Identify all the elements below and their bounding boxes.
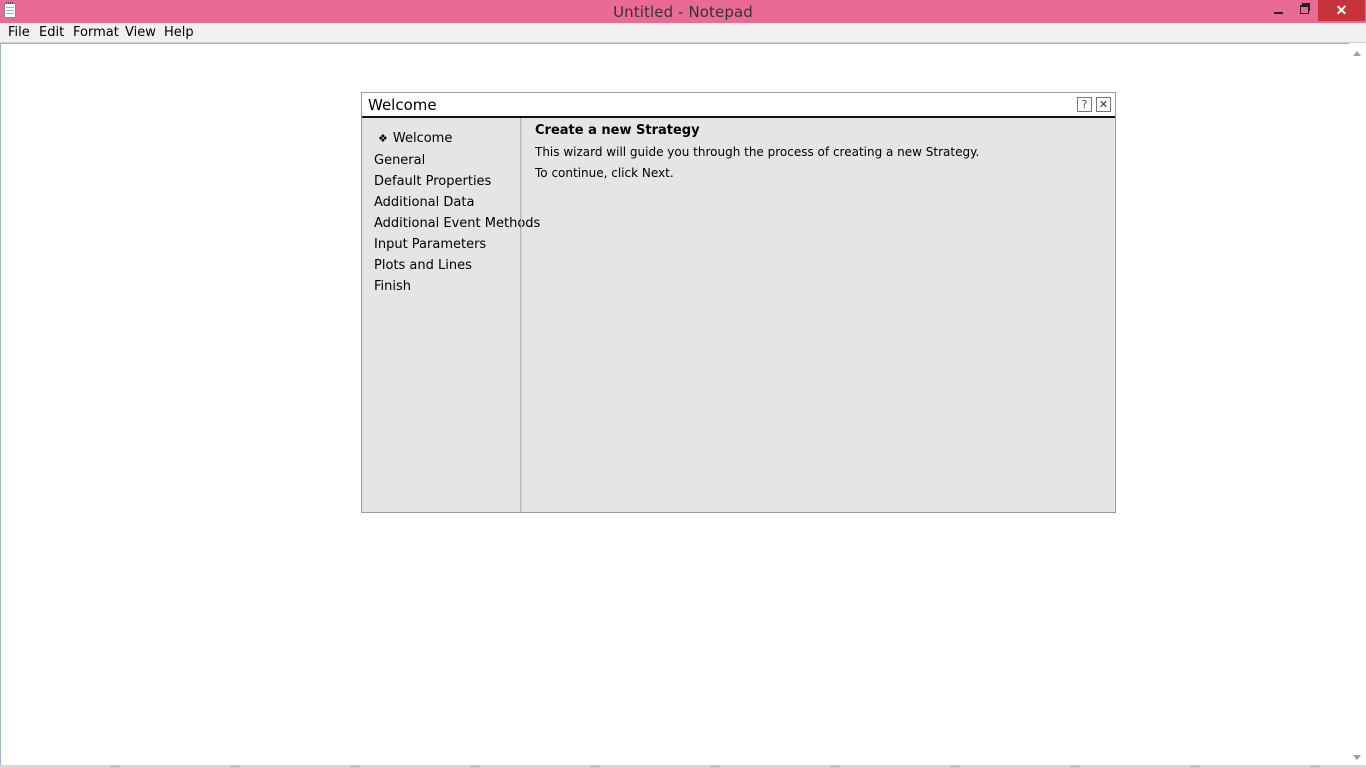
menubar: File Edit Format View Help — [0, 23, 1366, 43]
dialog-title: Welcome — [368, 96, 437, 114]
nav-item-default-properties[interactable]: Default Properties — [374, 174, 491, 189]
nav-item-additional-data[interactable]: Additional Data — [374, 195, 474, 210]
scroll-down-icon[interactable] — [1353, 755, 1361, 760]
current-step-bullet-icon: ❖ — [378, 132, 388, 145]
nav-item-plots-and-lines[interactable]: Plots and Lines — [374, 258, 472, 273]
minimize-button[interactable] — [1265, 0, 1291, 21]
content-description: This wizard will guide you through the p… — [535, 145, 980, 159]
nav-item-welcome[interactable]: ❖ Welcome — [378, 131, 452, 146]
wizard-content-panel: Create a new Strategy This wizard will g… — [521, 118, 1115, 512]
scroll-up-icon[interactable] — [1353, 51, 1361, 56]
restore-button[interactable] — [1291, 0, 1317, 21]
dialog-titlebar: Welcome ? ✕ — [362, 93, 1115, 118]
menu-file[interactable]: File — [8, 25, 30, 40]
window-close-button[interactable]: ✕ — [1318, 0, 1365, 21]
dialog-close-icon[interactable]: ✕ — [1096, 97, 1111, 112]
welcome-dialog: Welcome ? ✕ ❖ Welcome General Default Pro… — [361, 92, 1116, 513]
content-instruction: To continue, click Next. — [535, 166, 674, 180]
vertical-scrollbar[interactable] — [1349, 43, 1366, 768]
menu-format[interactable]: Format — [73, 25, 119, 40]
window-titlebar: Untitled - Notepad ✕ — [0, 0, 1366, 23]
nav-item-general[interactable]: General — [374, 153, 425, 168]
help-icon[interactable]: ? — [1077, 97, 1092, 112]
minimize-icon — [1273, 12, 1283, 15]
nav-item-finish[interactable]: Finish — [374, 279, 411, 294]
nav-item-additional-event-methods[interactable]: Additional Event Methods — [374, 216, 540, 231]
menu-help[interactable]: Help — [164, 25, 194, 40]
content-heading: Create a new Strategy — [535, 123, 700, 138]
wizard-step-nav: ❖ Welcome General Default Properties Addi… — [362, 118, 540, 512]
menu-view[interactable]: View — [125, 25, 156, 40]
nav-item-input-parameters[interactable]: Input Parameters — [374, 237, 486, 252]
menu-edit[interactable]: Edit — [39, 25, 64, 40]
window-title: Untitled - Notepad — [613, 3, 753, 21]
nav-item-label: Welcome — [392, 131, 453, 146]
close-icon: ✕ — [1335, 2, 1348, 18]
